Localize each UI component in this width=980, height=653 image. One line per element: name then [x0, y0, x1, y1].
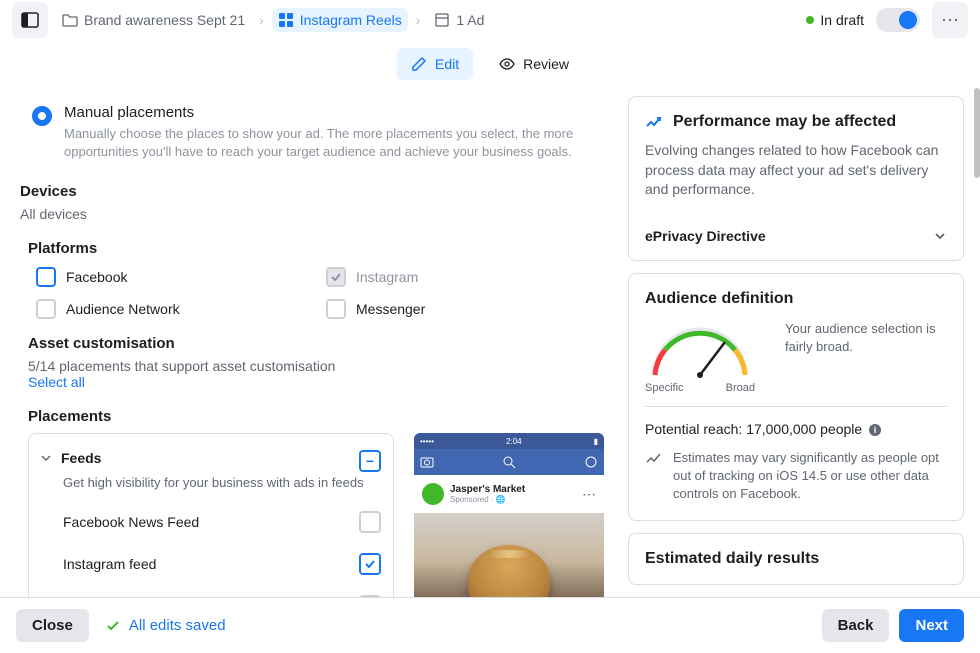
check-icon — [105, 618, 121, 634]
ad-icon — [434, 12, 450, 28]
feeds-group-header[interactable]: Feeds − — [29, 442, 393, 474]
placements-heading: Placements — [20, 408, 604, 425]
manual-placements-label: Manual placements — [64, 104, 592, 121]
radio-selected-icon — [32, 106, 52, 126]
performance-title: Performance may be affected — [673, 113, 896, 131]
manual-placements-desc: Manually choose the places to show your … — [64, 125, 592, 161]
close-button[interactable]: Close — [16, 609, 89, 642]
more-menu-button[interactable]: ⋯ — [932, 2, 968, 38]
chevron-right-icon: › — [416, 12, 421, 28]
estimate-note: Estimates may vary significantly as peop… — [673, 449, 947, 504]
svg-text:i: i — [874, 425, 877, 435]
next-button[interactable]: Next — [899, 609, 964, 642]
search-icon — [502, 455, 516, 469]
placement-fb-news-feed[interactable]: Facebook News Feed — [29, 501, 393, 543]
daily-results-title: Estimated daily results — [645, 550, 947, 568]
trend-icon — [645, 113, 663, 131]
collapse-panel-button[interactable] — [12, 2, 48, 38]
grid-icon — [278, 12, 294, 28]
eprivacy-accordion[interactable]: ePrivacy Directive — [645, 216, 947, 244]
tab-review[interactable]: Review — [485, 48, 583, 80]
manual-placements-option[interactable]: Manual placements Manually choose the pl… — [20, 100, 604, 165]
tab-review-label: Review — [523, 56, 569, 72]
audience-title: Audience definition — [645, 290, 947, 308]
performance-body: Evolving changes related to how Facebook… — [645, 141, 947, 200]
camera-icon — [420, 455, 434, 469]
publish-toggle[interactable] — [876, 8, 920, 32]
status-label: In draft — [820, 12, 864, 28]
info-icon[interactable]: i — [868, 423, 882, 437]
platforms-heading: Platforms — [28, 240, 604, 257]
checkbox-unchecked[interactable] — [359, 511, 381, 533]
devices-heading: Devices — [20, 183, 604, 200]
breadcrumb-campaign-label: Brand awareness Sept 21 — [84, 12, 245, 28]
pencil-icon — [411, 56, 427, 72]
scrollbar[interactable] — [974, 88, 980, 178]
avatar — [422, 483, 444, 505]
breadcrumb-ad[interactable]: 1 Ad — [428, 8, 490, 32]
breadcrumb-adset-label: Instagram Reels — [300, 12, 402, 28]
trend-icon — [645, 449, 663, 467]
breadcrumb-ad-label: 1 Ad — [456, 12, 484, 28]
placement-instagram-feed[interactable]: Instagram feed — [29, 543, 393, 585]
status-dot-icon — [806, 16, 814, 24]
feeds-group-desc: Get high visibility for your business wi… — [29, 474, 393, 500]
gauge-icon — [645, 320, 755, 380]
platform-audience-network-checkbox[interactable]: Audience Network — [36, 299, 314, 319]
chevron-down-icon — [933, 229, 947, 243]
breadcrumb-adset[interactable]: Instagram Reels — [272, 8, 408, 32]
chevron-down-icon — [41, 453, 51, 463]
messenger-icon — [584, 455, 598, 469]
platform-messenger-checkbox[interactable]: Messenger — [326, 299, 604, 319]
select-all-link[interactable]: Select all — [28, 374, 604, 390]
devices-value: All devices — [20, 206, 604, 222]
chevron-right-icon: › — [259, 12, 264, 28]
audience-card: Audience definition Spe — [628, 273, 964, 521]
tab-edit[interactable]: Edit — [397, 48, 473, 80]
daily-results-card: Estimated daily results — [628, 533, 964, 585]
saved-indicator: All edits saved — [105, 617, 226, 634]
audience-text: Your audience selection is fairly broad. — [785, 320, 947, 356]
tab-edit-label: Edit — [435, 56, 459, 72]
potential-reach-value: 17,000,000 people — [746, 421, 862, 437]
status-indicator: In draft — [806, 12, 864, 28]
back-button[interactable]: Back — [822, 609, 890, 642]
platform-facebook-checkbox[interactable]: Facebook — [36, 267, 314, 287]
platform-instagram-checkbox: Instagram — [326, 267, 604, 287]
eye-icon — [499, 56, 515, 72]
ad-preview: •••••2:04▮ Jasper's Market Sponsored · 🌐… — [414, 433, 604, 616]
checkbox-checked[interactable] — [359, 553, 381, 575]
asset-customisation-heading: Asset customisation — [28, 335, 604, 352]
post-more-icon: ⋯ — [582, 486, 596, 503]
breadcrumb-campaign[interactable]: Brand awareness Sept 21 — [56, 8, 251, 32]
asset-customisation-desc: 5/14 placements that support asset custo… — [28, 358, 604, 374]
performance-card: Performance may be affected Evolving cha… — [628, 96, 964, 261]
feeds-indeterminate-checkbox[interactable]: − — [359, 450, 381, 472]
folder-icon — [62, 12, 78, 28]
